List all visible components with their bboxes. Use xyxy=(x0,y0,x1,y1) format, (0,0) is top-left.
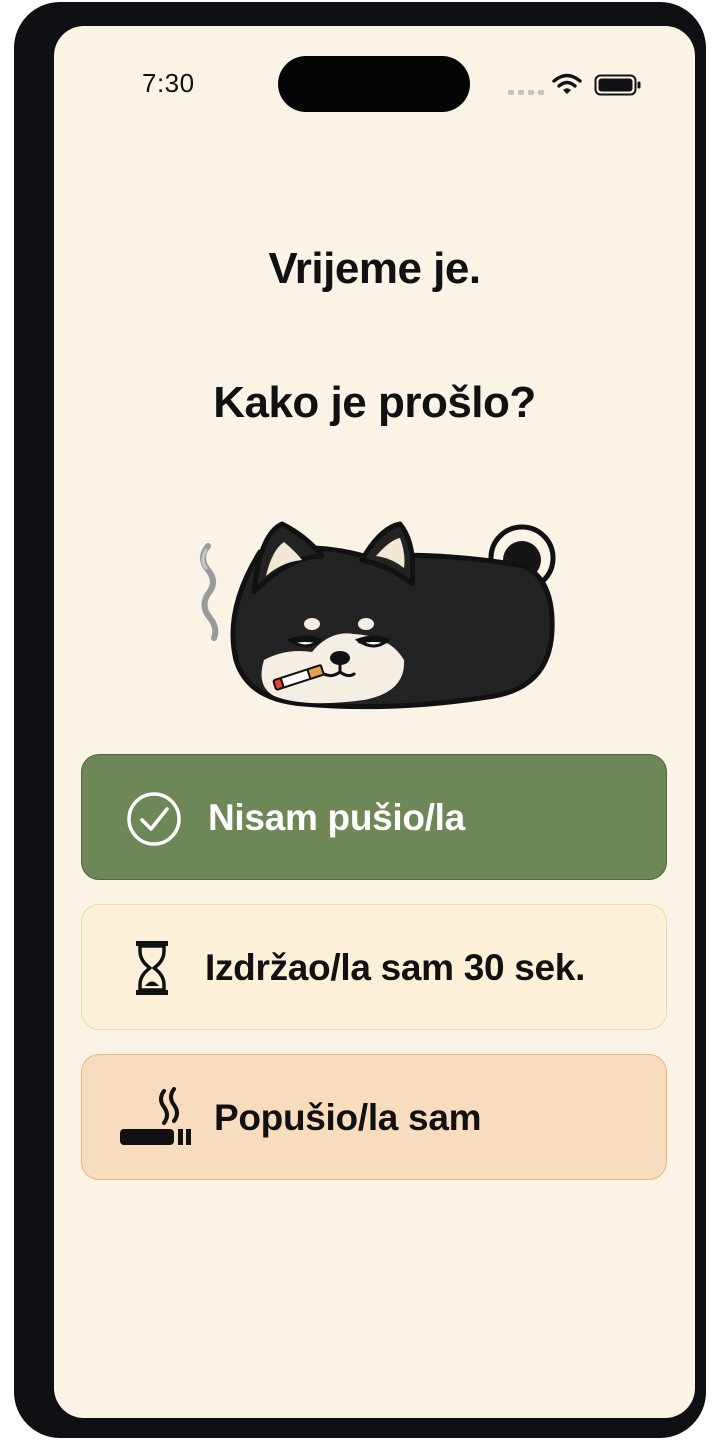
dynamic-island xyxy=(278,56,470,112)
hourglass-icon xyxy=(136,941,168,995)
smoking-shiba-mascot xyxy=(200,521,556,710)
check-circle-icon xyxy=(127,792,181,846)
option-not-smoked-label: Nisam pušio/la xyxy=(208,797,465,838)
prompt-title: Vrijeme je. xyxy=(268,244,481,293)
prompt-question: Kako je prošlo? xyxy=(213,378,536,427)
option-smoked-button[interactable]: Popušio/la sam xyxy=(81,1054,667,1180)
phone-frame: 7:30 Vrijeme je. Kako je prošlo? Nisam p… xyxy=(14,2,706,1438)
option-smoked-label: Popušio/la sam xyxy=(214,1097,482,1138)
cigarette-icon xyxy=(120,1087,191,1145)
app-screen: 7:30 Vrijeme je. Kako je prošlo? Nisam p… xyxy=(54,26,695,1418)
signal-icon xyxy=(508,90,544,95)
battery-icon xyxy=(594,74,641,96)
option-not-smoked-button[interactable]: Nisam pušio/la xyxy=(81,754,667,880)
option-held-30s-label: Izdržao/la sam 30 sek. xyxy=(205,947,586,988)
status-time: 7:30 xyxy=(142,68,195,98)
wifi-icon xyxy=(552,73,582,94)
option-held-30s-button[interactable]: Izdržao/la sam 30 sek. xyxy=(81,904,667,1030)
